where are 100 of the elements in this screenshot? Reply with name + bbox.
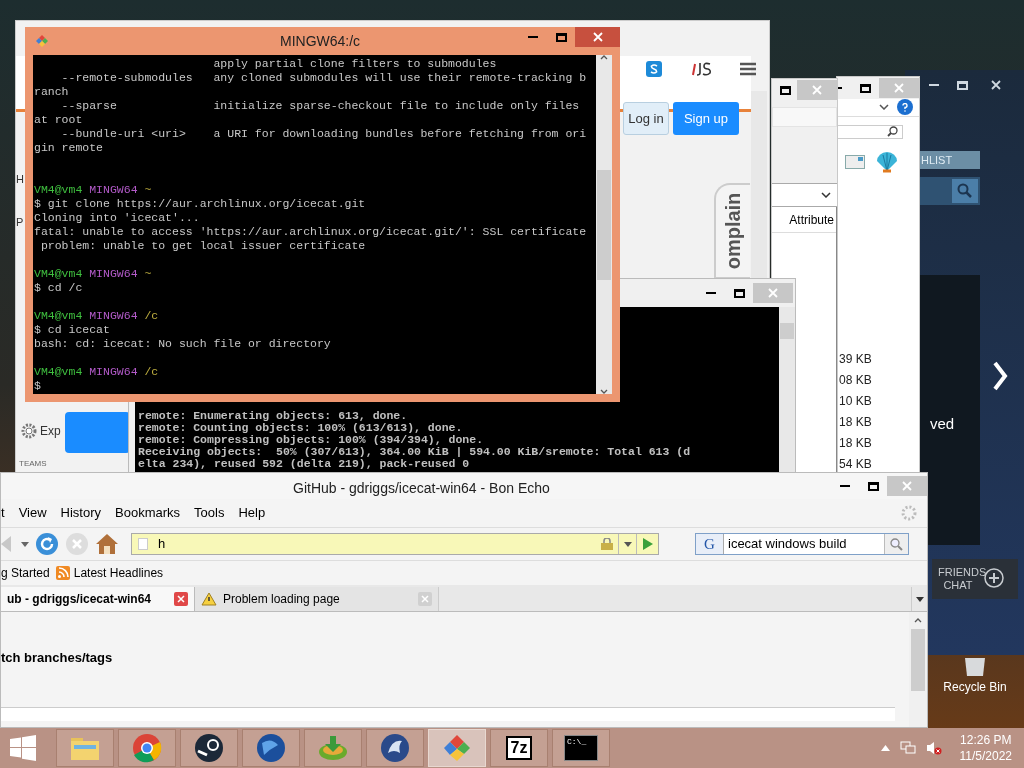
scrollbar[interactable]: [779, 307, 795, 472]
windows-logo-icon[interactable]: [10, 735, 36, 761]
search-icon[interactable]: [890, 537, 903, 551]
envelope-icon[interactable]: [845, 155, 865, 169]
chevron-right-icon[interactable]: [992, 360, 1008, 392]
taskbar-button[interactable]: [180, 729, 238, 767]
prompt-path: ~: [144, 267, 152, 280]
home-icon[interactable]: [95, 533, 119, 555]
caret-icon[interactable]: [623, 541, 632, 547]
network-icon[interactable]: [899, 741, 916, 755]
prompt-path: ~: [144, 183, 152, 196]
search-field[interactable]: [920, 177, 980, 205]
taskbar-button[interactable]: [366, 729, 424, 767]
desktop-icon-label[interactable]: Recycle Bin: [943, 678, 1007, 696]
menu-item[interactable]: Bookmarks: [115, 503, 181, 523]
go-icon[interactable]: [642, 538, 653, 550]
terminal-line: Cloning into 'icecat'...: [34, 211, 200, 225]
browser-tab[interactable]: ub - gdriggs/icecat-win64: [1, 587, 195, 611]
file-size: 08 KB: [839, 372, 873, 389]
scrollbar[interactable]: [596, 55, 612, 394]
diamond-logo-icon: [35, 34, 49, 48]
terminal-line: apply partial clone filters to submodules: [212, 57, 497, 71]
download-icon: [317, 734, 349, 762]
bookmark-link[interactable]: g Started: [1, 564, 50, 582]
diamond-logo-icon: [442, 733, 472, 763]
prompt-user: VM4@vm4: [34, 267, 83, 280]
chevron-up-icon[interactable]: [600, 55, 608, 60]
menu-item[interactable]: History: [60, 503, 102, 523]
log-in-button[interactable]: Log in: [623, 102, 669, 135]
maximize-icon[interactable]: [780, 85, 791, 95]
menu-item[interactable]: View: [18, 503, 47, 523]
prompt-shell: MINGW64: [89, 267, 138, 280]
maximize-icon[interactable]: [868, 481, 879, 491]
menu-item[interactable]: t: [1, 503, 5, 523]
recycle-bin-icon[interactable]: [962, 658, 988, 678]
menu-item[interactable]: Tools: [194, 503, 225, 523]
terminal-line: problem: unable to get local issuer certificate: [39, 239, 366, 253]
window-title: GitHub - gdriggs/icecat-win64 - Bon Echo: [293, 479, 550, 498]
warning-icon: [201, 592, 217, 606]
bookmark-link[interactable]: Latest Headlines: [73, 564, 164, 582]
console-line: remote: Compressing objects: 100% (394/394), done.: [137, 434, 485, 446]
terminal-line: --sparse initialize sparse-checkout file to include only files: [60, 99, 580, 113]
panel-text: ved: [929, 413, 955, 434]
reload-icon[interactable]: [35, 532, 59, 556]
maximize-icon[interactable]: [734, 288, 745, 298]
caret-icon[interactable]: [915, 596, 924, 602]
maximize-icon[interactable]: [860, 83, 871, 93]
menu-item[interactable]: Help: [238, 503, 266, 523]
chevron-up-icon[interactable]: [880, 745, 890, 751]
column-header[interactable]: Attribute: [789, 210, 834, 229]
rss-icon: [55, 566, 70, 580]
console-line: Receiving objects: 50% (307/613), 364.00 KiB | 594.00 KiB/sremote: Total 613 (d: [137, 446, 692, 458]
dropdown[interactable]: [772, 183, 837, 207]
window-title: MINGW64:/c: [280, 32, 361, 51]
console-line: remote: Counting objects: 100% (613/613), done.: [137, 422, 464, 434]
browser-tab[interactable]: Problem loading page: [195, 587, 439, 611]
search-field[interactable]: [837, 124, 903, 139]
taskbar-button[interactable]: C:\_: [552, 729, 610, 767]
console-line: remote: Enumerating objects: 613, done.: [137, 410, 409, 422]
address-field[interactable]: h: [131, 533, 659, 555]
terminal-line: gin remote: [34, 141, 103, 155]
feedback-tab[interactable]: omplain: [714, 183, 750, 279]
folder-icon: [70, 735, 100, 761]
caret-icon[interactable]: [21, 541, 29, 547]
menu-icon[interactable]: [740, 62, 756, 76]
terminal-line: ranch: [34, 85, 69, 99]
s-app-icon[interactable]: [646, 61, 662, 77]
gear-icon: [21, 423, 37, 439]
chevron-up-icon[interactable]: [914, 618, 922, 623]
close-tab-icon[interactable]: [174, 592, 188, 606]
shell-icon[interactable]: [875, 151, 899, 173]
archive-app-icon: 7z: [505, 736, 533, 760]
taskbar-button[interactable]: 7z: [490, 729, 548, 767]
lock-icon: [600, 538, 614, 550]
globe-icon: [256, 733, 286, 763]
muted-speaker-icon[interactable]: [925, 741, 942, 755]
close-icon[interactable]: [575, 27, 620, 47]
search-field[interactable]: G icecat windows build: [695, 533, 909, 555]
terminal-line: --bundle-uri <uri> a URI for downloading bundles before fetching from ori: [60, 127, 587, 141]
search-icon: [957, 183, 973, 199]
help-icon[interactable]: [897, 99, 913, 116]
chevron-down-icon[interactable]: [600, 389, 608, 394]
scrollbar[interactable]: [909, 612, 927, 727]
maximize-icon[interactable]: [556, 32, 567, 42]
file-size: 39 KB: [839, 351, 873, 368]
sidebar-letter: P: [16, 214, 24, 230]
section-heading: TEAMS: [19, 458, 47, 470]
steam-icon: [194, 733, 224, 763]
sidebar-letter: H: [16, 172, 24, 187]
file-size: 18 KB: [839, 435, 873, 452]
page-icon: [138, 538, 148, 550]
chevron-down-icon[interactable]: [879, 104, 889, 111]
scrollbar[interactable]: [751, 91, 767, 279]
sidebar-item[interactable]: Exp: [40, 422, 61, 440]
throbber-icon: [901, 505, 917, 521]
prompt-shell: MINGW64: [89, 365, 138, 378]
js-icon[interactable]: [690, 61, 712, 77]
friends-chat-bar[interactable]: FRIENDS CHAT: [932, 559, 1018, 599]
terminal-line: --remote-submodules any cloned submodules will use their remote-tracking b: [60, 71, 587, 85]
search-icon: [887, 126, 898, 138]
